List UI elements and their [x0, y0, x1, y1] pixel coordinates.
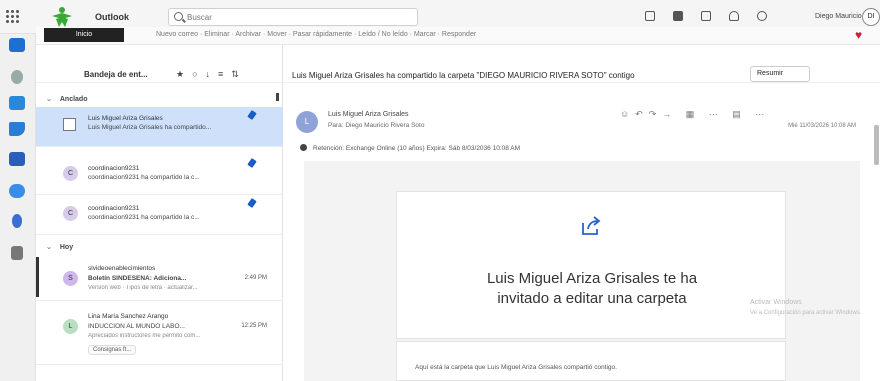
my-day-icon[interactable] — [701, 11, 711, 21]
list-item[interactable]: Luis Miguel Ariza Grisales Luis Miguel A… — [36, 107, 283, 147]
list-item[interactable]: L Lina María Sanchez Arango INDUCCIÓN AL… — [36, 305, 283, 365]
list-item[interactable]: S slvideoenablecimientos Boletín SINDESE… — [36, 257, 283, 301]
app-launcher-icon[interactable] — [6, 10, 20, 24]
teams-icon[interactable] — [12, 214, 22, 228]
share-message: Aquí está la carpeta que Luis Miguel Ari… — [415, 364, 617, 371]
retention-notice: Retención: Exchange Online (10 años) Exp… — [300, 144, 520, 152]
mail-preview: Apreciados instructores me permito com..… — [88, 333, 201, 339]
group-today[interactable]: ⌄ Hoy — [46, 243, 73, 251]
attachment-chip[interactable]: Consignas ft... — [88, 345, 137, 355]
message-subject: Luis Miguel Ariza Grisales ha compartido… — [292, 71, 635, 80]
mail-icon[interactable] — [9, 38, 25, 52]
calendar-icon[interactable] — [11, 70, 23, 84]
top-toolbar — [645, 11, 767, 21]
avatar: S — [63, 271, 78, 286]
search-box[interactable] — [168, 8, 418, 26]
people-icon[interactable] — [9, 96, 25, 110]
tab-home[interactable]: Inicio — [44, 28, 124, 42]
list-item[interactable]: C coordinacion9231 coordinacion9231 ha c… — [36, 155, 283, 195]
pin-icon[interactable] — [247, 158, 257, 168]
list-scrollbar[interactable] — [276, 93, 279, 101]
avatar: L — [63, 319, 78, 334]
app-rail — [0, 34, 36, 381]
message-to: Para: Diego Mauricio Rivera Soto — [328, 122, 425, 129]
notifications-icon[interactable] — [729, 11, 739, 21]
pin-icon[interactable] — [247, 198, 257, 208]
more-apps-icon[interactable] — [11, 246, 23, 260]
avatar: C — [63, 166, 78, 181]
ribbon-commands[interactable]: Nuevo correo · Eliminar · Archivar · Mov… — [156, 31, 476, 38]
folder-title[interactable]: Bandeja de ent... — [84, 70, 148, 79]
list-item[interactable]: C coordinacion9231 coordinacion9231 ha c… — [36, 195, 283, 235]
message-card: L Luis Miguel Ariza Grisales Para: Diego… — [284, 97, 866, 381]
reading-header: Luis Miguel Ariza Grisales ha compartido… — [284, 45, 880, 83]
message-date: Mié 11/03/2026 10:08 AM — [788, 123, 856, 129]
settings-icon[interactable] — [757, 11, 767, 21]
onenote-icon[interactable] — [673, 11, 683, 21]
share-message-card: Aquí está la carpeta que Luis Miguel Ari… — [396, 341, 786, 381]
organization-logo — [52, 7, 72, 27]
avatar: C — [63, 206, 78, 221]
mail-time: 2:49 PM — [244, 275, 267, 281]
list-header-actions[interactable]: ★○↓≡⇅ — [176, 69, 247, 80]
mail-subject: Luis Miguel Ariza Grisales ha compartido… — [88, 124, 212, 131]
app-title[interactable]: Outlook — [95, 12, 129, 22]
retention-icon — [300, 144, 307, 151]
reading-scrollbar[interactable] — [874, 125, 879, 165]
invite-heading-1: Luis Miguel Ariza Grisales te ha — [486, 270, 698, 287]
mail-time: 12:25 PM — [241, 323, 267, 329]
list-header: Bandeja de ent... ★○↓≡⇅ — [36, 45, 283, 83]
message-list: Bandeja de ent... ★○↓≡⇅ ⌄ Anclado Luis Mi… — [36, 45, 283, 381]
avatar[interactable]: DI — [862, 8, 880, 26]
share-card: Luis Miguel Ariza Grisales te ha invitad… — [396, 191, 786, 339]
mail-subject: Boletín SINDESENA: Adiciona... — [88, 275, 187, 282]
ribbon: Inicio Nuevo correo · Eliminar · Archiva… — [36, 27, 880, 45]
mail-sender: Lina María Sanchez Arango — [88, 313, 169, 320]
heart-icon[interactable]: ♥ — [855, 29, 868, 41]
message-body: Luis Miguel Ariza Grisales te ha invitad… — [304, 161, 860, 381]
avatar: L — [296, 111, 318, 133]
mail-sender: coordinacion9231 — [88, 205, 140, 212]
mail-sender: slvideoenablecimientos — [88, 265, 156, 272]
mail-subject: INDUCCIÓN AL MUNDO LABO... — [88, 323, 185, 330]
message-actions[interactable]: ☺↶↷→ ▦ ⋯ ▤ ⋯ — [620, 109, 770, 120]
mail-sender: Luis Miguel Ariza Grisales — [88, 115, 163, 122]
mail-sender: coordinacion9231 — [88, 165, 140, 172]
message-from[interactable]: Luis Miguel Ariza Grisales — [328, 111, 409, 118]
mail-subject: coordinacion9231 ha compartido la c... — [88, 214, 200, 221]
mail-preview: Versión web · Tipos de letra · actualiza… — [88, 285, 198, 291]
reading-pane: Luis Miguel Ariza Grisales ha compartido… — [284, 45, 880, 381]
word-icon[interactable] — [9, 152, 25, 166]
select-checkbox[interactable] — [63, 118, 76, 131]
meet-now-icon[interactable] — [645, 11, 655, 21]
group-pinned[interactable]: ⌄ Anclado — [46, 95, 88, 103]
chevron-down-icon: ⌄ — [46, 244, 52, 251]
todo-icon[interactable] — [9, 122, 25, 136]
share-icon — [582, 216, 601, 235]
windows-activation-watermark: Activar Windows Ve a Configuración para … — [750, 299, 862, 316]
search-icon — [174, 12, 183, 21]
onedrive-icon[interactable] — [9, 184, 25, 198]
search-input[interactable] — [187, 10, 407, 24]
summarize-button[interactable]: Resumir — [750, 66, 810, 82]
chevron-down-icon: ⌄ — [46, 96, 52, 103]
summarize-label: Resumir — [757, 70, 784, 77]
mail-subject: coordinacion9231 ha compartido la c... — [88, 174, 200, 181]
pin-icon[interactable] — [247, 110, 257, 120]
invite-heading-2: invitado a editar una carpeta — [497, 290, 687, 307]
